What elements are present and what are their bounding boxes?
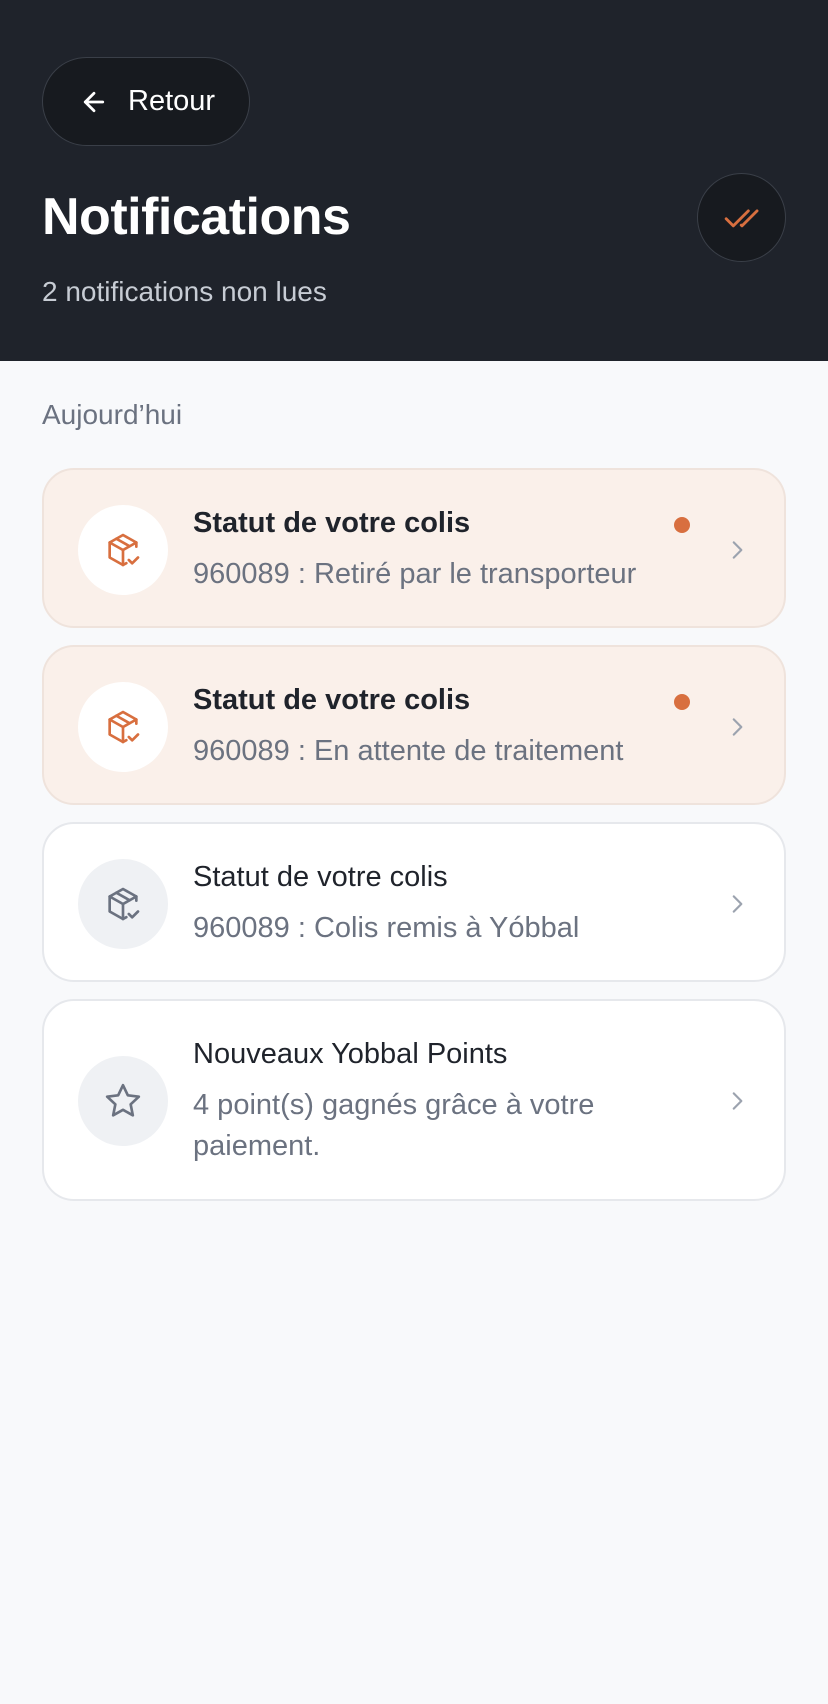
notification-body: 4 point(s) gagnés grâce à votre paiement… <box>193 1089 595 1162</box>
notification-icon-circle <box>78 505 168 595</box>
unread-count-text: 2 notifications non lues <box>42 276 327 307</box>
double-check-icon <box>723 199 761 237</box>
notification-icon-circle <box>78 682 168 772</box>
notification-card[interactable]: Nouveaux Yobbal Points 4 point(s) gagnés… <box>42 999 786 1201</box>
app-header: Retour Notifications 2 notifications non… <box>0 0 828 361</box>
notification-body: 960089 : En attente de traitement <box>193 735 624 767</box>
section-label-today: Aujourd’hui <box>42 399 183 430</box>
back-button-label: Retour <box>128 85 216 117</box>
star-icon <box>103 1081 143 1121</box>
back-button[interactable]: Retour <box>42 57 250 146</box>
notification-card[interactable]: Statut de votre colis 960089 : Colis rem… <box>42 822 786 982</box>
notification-icon-circle <box>78 1056 168 1146</box>
chevron-right-icon <box>724 1088 750 1114</box>
notification-body: 960089 : Colis remis à Yóbbal <box>193 912 580 944</box>
page-title: Notifications <box>42 188 351 246</box>
chevron-right-icon <box>724 537 750 563</box>
package-check-icon <box>103 530 143 570</box>
unread-dot <box>674 517 690 533</box>
chevron-right-icon <box>724 714 750 740</box>
notification-card[interactable]: Statut de votre colis 960089 : Retiré pa… <box>42 468 786 628</box>
notification-title: Statut de votre colis <box>193 507 471 539</box>
arrow-left-icon <box>79 87 109 117</box>
notification-icon-circle <box>78 859 168 949</box>
chevron-right-icon <box>724 891 750 917</box>
notification-title: Nouveaux Yobbal Points <box>193 1038 508 1070</box>
notification-title: Statut de votre colis <box>193 861 448 893</box>
notification-title: Statut de votre colis <box>193 684 471 716</box>
package-check-icon <box>103 884 143 924</box>
mark-all-read-button[interactable] <box>697 173 786 262</box>
notification-body: 960089 : Retiré par le transporteur <box>193 558 637 590</box>
notification-card[interactable]: Statut de votre colis 960089 : En attent… <box>42 645 786 805</box>
package-check-icon <box>103 707 143 747</box>
unread-dot <box>674 694 690 710</box>
